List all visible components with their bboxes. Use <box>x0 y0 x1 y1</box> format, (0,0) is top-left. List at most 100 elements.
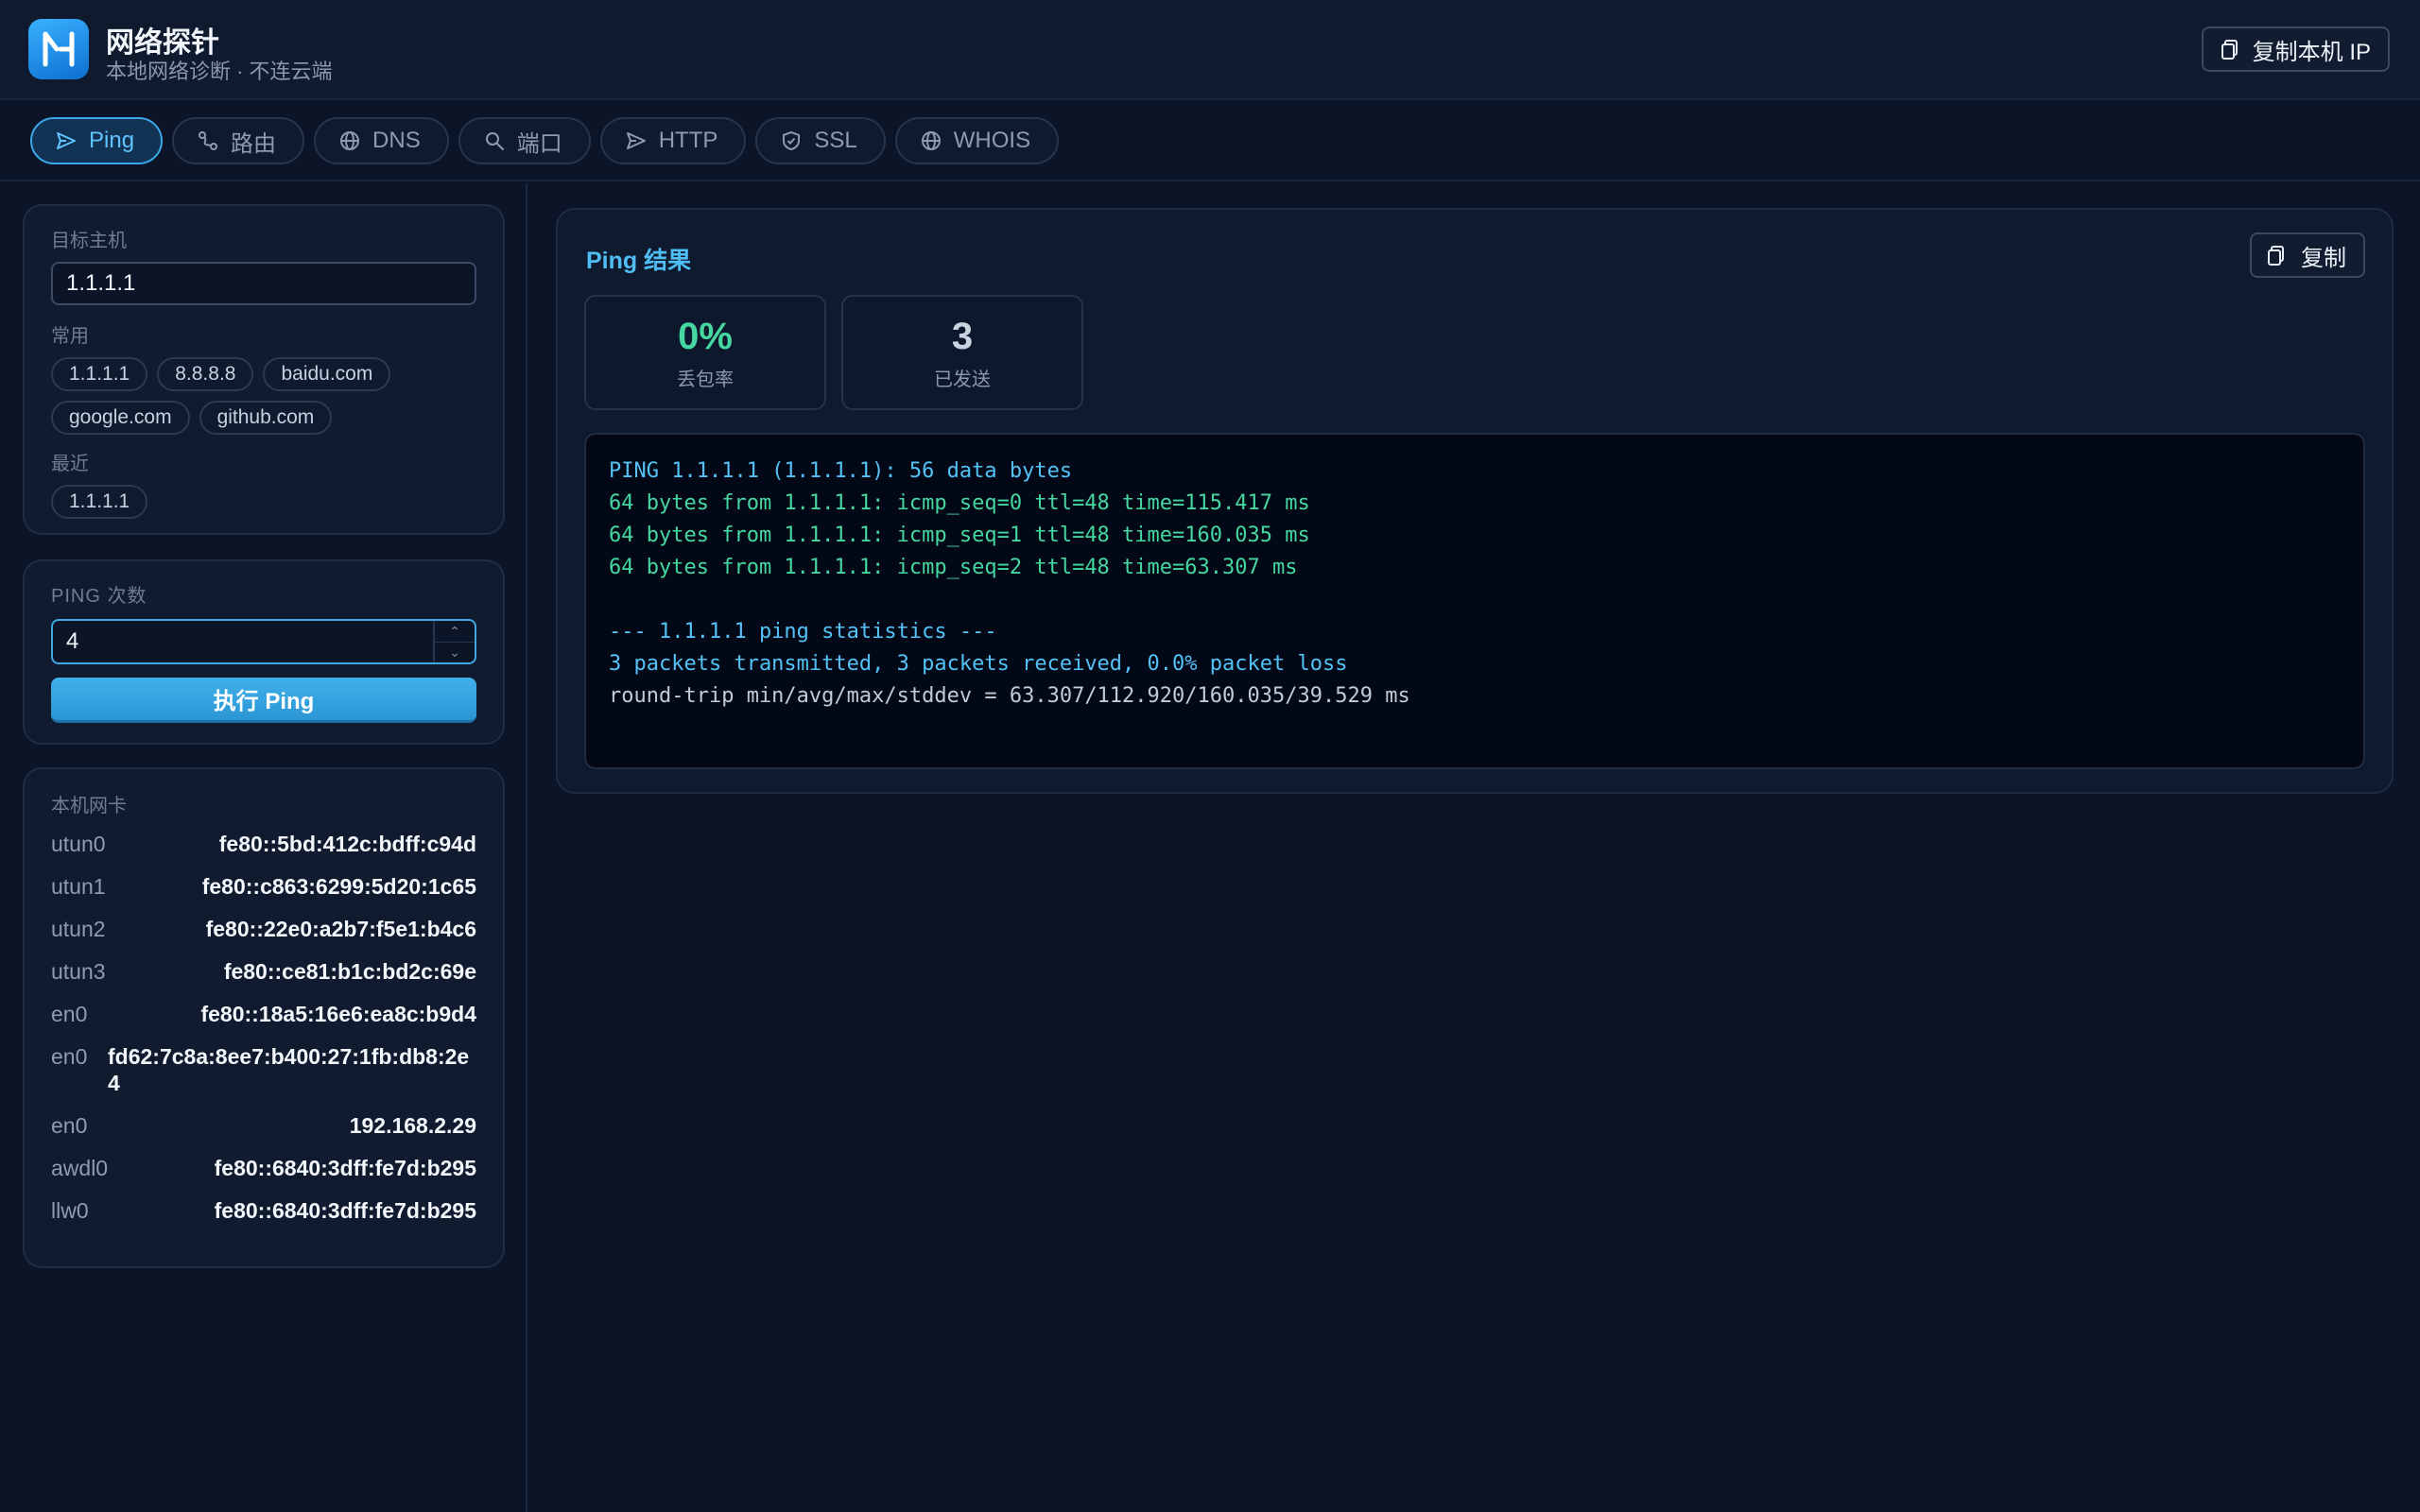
app-logo <box>28 19 89 79</box>
copy-result-label: 复制 <box>2301 245 2346 271</box>
sent-value: 3 <box>951 315 974 357</box>
result-title: Ping 结果 <box>586 248 692 274</box>
loss-label: 丢包率 <box>677 369 734 390</box>
tab-label: Ping <box>89 128 135 153</box>
tab-ping[interactable]: Ping <box>30 117 164 164</box>
common-hosts: 1.1.1.1 8.8.8.8 baidu.com google.com git… <box>51 357 486 435</box>
nic-row: utun0 fe80::5bd:412c:bdff:c94d <box>51 831 476 857</box>
recent-label: 最近 <box>51 454 89 474</box>
route-icon <box>199 131 218 150</box>
nic-card: 本机网卡 utun0 fe80::5bd:412c:bdff:c94d utun… <box>23 767 505 1268</box>
app-subtitle: 本地网络诊断 · 不连云端 <box>106 60 333 83</box>
tool-tabs: Ping 路由 DNS 端口 HTTP SSL WHOIS <box>0 102 2420 181</box>
ping-output: PING 1.1.1.1 (1.1.1.1): 56 data bytes 64… <box>584 433 2365 769</box>
nic-address: fe80::18a5:16e6:ea8c:b9d4 <box>200 1002 476 1026</box>
ping-count-value: 4 <box>66 628 79 654</box>
target-label: 目标主机 <box>51 231 127 251</box>
tab-label: SSL <box>814 128 857 153</box>
app-logo-icon <box>43 31 75 67</box>
result-panel: Ping 结果 复制 0% 丢包率 3 已发送 PING 1.1.1.1 (1.… <box>556 208 2394 794</box>
copy-icon <box>2268 246 2284 266</box>
nic-name: en0 <box>51 1044 88 1069</box>
nic-row: awdl0 fe80::6840:3dff:fe7d:b295 <box>51 1155 476 1181</box>
sent-stat: 3 已发送 <box>841 295 1083 410</box>
send-icon <box>57 132 76 149</box>
globe-icon <box>921 131 941 150</box>
tab-label: DNS <box>372 128 421 153</box>
target-host-input[interactable]: 1.1.1.1 <box>51 262 476 305</box>
nic-name: utun2 <box>51 917 106 941</box>
tab-port[interactable]: 端口 <box>458 117 591 164</box>
nic-address: fe80::22e0:a2b7:f5e1:b4c6 <box>205 917 476 941</box>
nic-address: fd62:7c8a:8ee7:b400:27:1fb:db8:2e4 <box>108 1044 470 1095</box>
ping-count-label: PING 次数 <box>51 586 147 607</box>
nic-address: fe80::ce81:b1c:bd2c:69e <box>223 959 476 984</box>
chevron-up-icon[interactable]: ⌃ <box>435 621 475 643</box>
ping-count-card: PING 次数 4 ⌃ ⌄ 执行 Ping <box>23 559 505 745</box>
nic-name: en0 <box>51 1002 88 1026</box>
nic-label: 本机网卡 <box>51 796 127 816</box>
common-host-chip[interactable]: baidu.com <box>263 357 391 391</box>
copy-ip-label: 复制本机 IP <box>2252 39 2371 65</box>
common-host-chip[interactable]: 1.1.1.1 <box>51 357 148 391</box>
common-host-chip[interactable]: google.com <box>51 401 190 435</box>
nic-name: awdl0 <box>51 1156 109 1180</box>
tab-label: 端口 <box>516 130 562 157</box>
globe-icon <box>340 131 360 150</box>
sidebar: 目标主机 1.1.1.1 常用 1.1.1.1 8.8.8.8 baidu.co… <box>0 183 527 1512</box>
nic-row: en0 192.168.2.29 <box>51 1112 476 1139</box>
ping-count-input[interactable]: 4 ⌃ ⌄ <box>51 619 476 664</box>
output-line: 64 bytes from 1.1.1.1: icmp_seq=1 ttl=48… <box>609 524 1310 547</box>
tab-http[interactable]: HTTP <box>599 117 747 164</box>
nic-address: 192.168.2.29 <box>349 1113 476 1138</box>
nic-list: utun0 fe80::5bd:412c:bdff:c94d utun1 fe8… <box>51 831 476 1224</box>
output-line: 64 bytes from 1.1.1.1: icmp_seq=2 ttl=48… <box>609 556 1298 579</box>
ping-count-stepper[interactable]: ⌃ ⌄ <box>433 621 475 662</box>
nic-address: fe80::6840:3dff:fe7d:b295 <box>214 1198 476 1223</box>
run-ping-button[interactable]: 执行 Ping <box>51 678 476 723</box>
output-line: PING 1.1.1.1 (1.1.1.1): 56 data bytes <box>609 459 1073 483</box>
nic-address: fe80::5bd:412c:bdff:c94d <box>218 832 476 856</box>
send-icon <box>626 132 646 149</box>
loss-stat: 0% 丢包率 <box>584 295 826 410</box>
loss-value: 0% <box>678 315 733 357</box>
sent-label: 已发送 <box>934 369 991 390</box>
nic-name: llw0 <box>51 1198 89 1223</box>
app-header: 网络探针 本地网络诊断 · 不连云端 复制本机 IP <box>0 0 2420 100</box>
output-line: 64 bytes from 1.1.1.1: icmp_seq=0 ttl=48… <box>609 491 1310 515</box>
nic-name: en0 <box>51 1113 88 1138</box>
tab-label: HTTP <box>658 128 718 153</box>
tab-route[interactable]: 路由 <box>172 117 305 164</box>
recent-hosts: 1.1.1.1 <box>51 485 486 519</box>
recent-host-chip[interactable]: 1.1.1.1 <box>51 485 148 519</box>
target-card: 目标主机 1.1.1.1 常用 1.1.1.1 8.8.8.8 baidu.co… <box>23 204 505 535</box>
chevron-down-icon[interactable]: ⌄ <box>435 643 475 663</box>
copy-icon <box>2221 40 2238 60</box>
common-host-chip[interactable]: github.com <box>199 401 333 435</box>
nic-row: utun2 fe80::22e0:a2b7:f5e1:b4c6 <box>51 916 476 942</box>
tab-ssl[interactable]: SSL <box>755 117 886 164</box>
copy-result-button[interactable]: 复制 <box>2250 232 2365 278</box>
search-icon <box>485 132 504 150</box>
nic-row: utun1 fe80::c863:6299:5d20:1c65 <box>51 873 476 900</box>
nic-row: en0 fd62:7c8a:8ee7:b400:27:1fb:db8:2e4 <box>51 1043 476 1096</box>
output-line: 3 packets transmitted, 3 packets receive… <box>609 652 1348 676</box>
nic-name: utun3 <box>51 959 106 984</box>
copy-ip-button[interactable]: 复制本机 IP <box>2201 26 2390 72</box>
nic-address: fe80::c863:6299:5d20:1c65 <box>201 874 476 899</box>
nic-row: en0 fe80::18a5:16e6:ea8c:b9d4 <box>51 1001 476 1027</box>
common-host-chip[interactable]: 8.8.8.8 <box>157 357 254 391</box>
nic-name: utun0 <box>51 832 106 856</box>
nic-row: utun3 fe80::ce81:b1c:bd2c:69e <box>51 958 476 985</box>
common-label: 常用 <box>51 326 89 347</box>
nic-name: utun1 <box>51 874 106 899</box>
nic-address: fe80::6840:3dff:fe7d:b295 <box>214 1156 476 1180</box>
tab-dns[interactable]: DNS <box>314 117 449 164</box>
output-line: --- 1.1.1.1 ping statistics --- <box>609 620 997 644</box>
output-line: round-trip min/avg/max/stddev = 63.307/1… <box>609 684 1410 708</box>
tab-whois[interactable]: WHOIS <box>894 117 1060 164</box>
shield-icon <box>783 130 801 151</box>
tab-label: WHOIS <box>953 128 1031 153</box>
nic-row: llw0 fe80::6840:3dff:fe7d:b295 <box>51 1197 476 1224</box>
